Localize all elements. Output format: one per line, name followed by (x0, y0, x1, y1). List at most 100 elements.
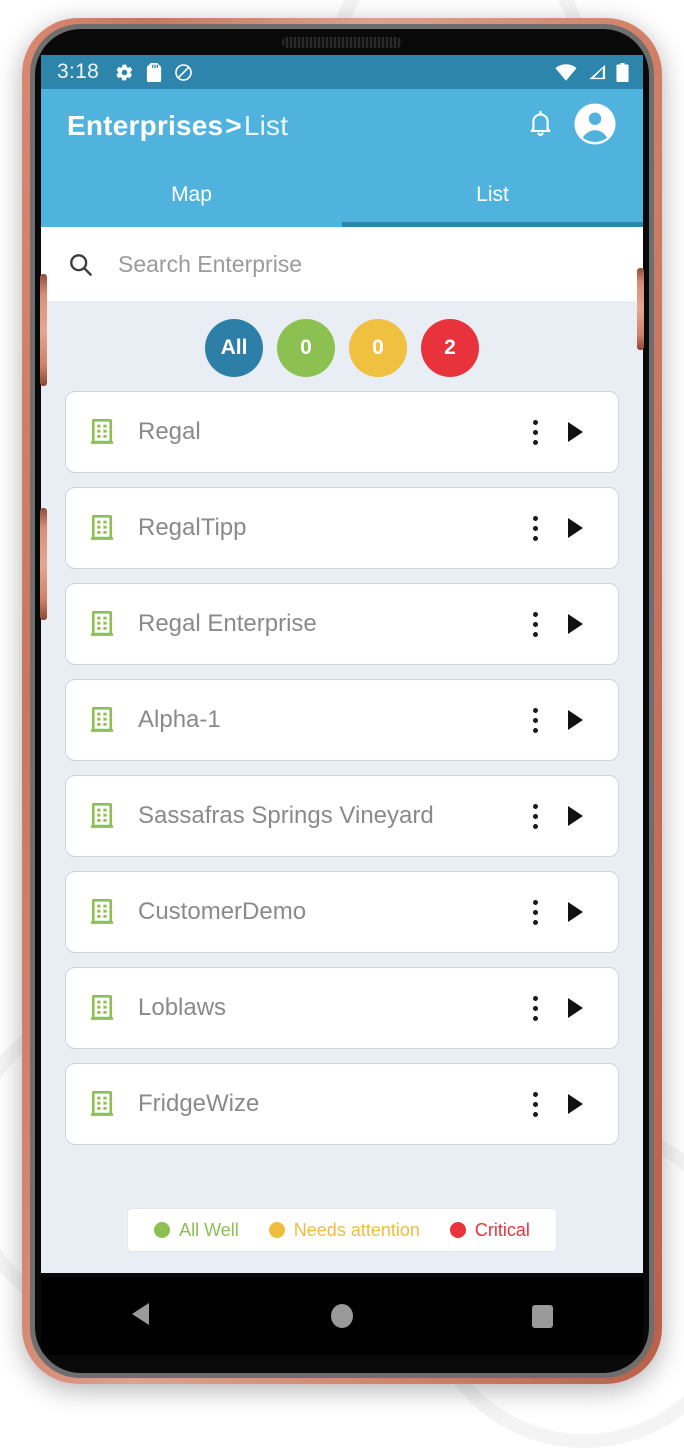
phone-inner-frame: 3:18 Enterprises>List Map List Search En… (30, 24, 654, 1378)
open-enterprise-arrow-icon[interactable] (552, 420, 598, 444)
legend-label-critical: Critical (474, 1219, 530, 1240)
tab-bar: Map List (41, 163, 643, 227)
building-icon (88, 417, 118, 447)
legend-item-needs-attention: Needs attention (268, 1219, 420, 1241)
legend-item-all-well: All Well (154, 1220, 239, 1241)
notifications-button[interactable] (517, 109, 563, 144)
legend-item-critical: Critical (449, 1219, 530, 1241)
search-bar (41, 227, 643, 301)
overflow-menu-icon[interactable] (518, 899, 552, 925)
filter-needs-attention-count: 0 (372, 336, 384, 359)
breadcrumb-title: Enterprises (67, 110, 224, 141)
building-icon (88, 1089, 118, 1119)
search-icon (67, 251, 94, 278)
battery-icon (616, 62, 629, 82)
account-circle-icon (573, 102, 617, 151)
sd-card-icon (146, 62, 162, 82)
cellular-signal-icon (586, 63, 607, 81)
open-enterprise-arrow-icon[interactable] (552, 996, 598, 1020)
enterprise-name: Regal Enterprise (138, 610, 317, 637)
building-icon (88, 705, 118, 735)
tab-map-label: Map (171, 183, 212, 206)
gear-icon (115, 63, 134, 82)
wifi-icon (555, 63, 577, 81)
overflow-menu-icon[interactable] (518, 707, 552, 733)
overflow-menu-icon[interactable] (518, 611, 552, 637)
phone-screen: 3:18 Enterprises>List Map List Search En… (41, 55, 643, 1273)
filter-critical-chip[interactable]: 2 (421, 319, 479, 377)
home-circle-icon (330, 1304, 353, 1328)
enterprise-list-item[interactable]: Sassafras Springs Vineyard (65, 775, 619, 857)
enterprise-name: Sassafras Springs Vineyard (138, 802, 434, 829)
tab-list-label: List (476, 183, 509, 206)
breadcrumb-separator: > (225, 110, 242, 141)
volume-up-button[interactable] (40, 274, 47, 386)
open-enterprise-arrow-icon[interactable] (552, 612, 598, 636)
enterprise-list-item[interactable]: Regal (65, 391, 619, 473)
legend-dot-critical (449, 1222, 466, 1238)
open-enterprise-arrow-icon[interactable] (552, 1092, 598, 1116)
search-input[interactable] (116, 249, 617, 279)
overflow-menu-icon[interactable] (518, 995, 552, 1021)
back-triangle-icon (129, 1301, 153, 1332)
enterprise-name: FridgeWize (138, 1090, 260, 1117)
enterprise-list-item[interactable]: Loblaws (65, 967, 619, 1049)
recents-square-icon (532, 1304, 554, 1328)
filter-critical-count: 2 (444, 336, 456, 359)
enterprise-name: Loblaws (138, 994, 227, 1021)
overflow-menu-icon[interactable] (518, 1091, 552, 1117)
overflow-menu-icon[interactable] (518, 419, 552, 445)
earpiece-speaker (282, 37, 402, 48)
enterprise-name: RegalTipp (138, 514, 247, 541)
filter-all-well-chip[interactable]: 0 (277, 319, 335, 377)
enterprise-list-item[interactable]: Regal Enterprise (65, 583, 619, 665)
open-enterprise-arrow-icon[interactable] (552, 708, 598, 732)
open-enterprise-arrow-icon[interactable] (552, 804, 598, 828)
open-enterprise-arrow-icon[interactable] (552, 900, 598, 924)
status-legend: All Well Needs attention Critical (128, 1209, 556, 1251)
nav-back-button[interactable] (96, 1301, 186, 1332)
breadcrumb: Enterprises>List (67, 110, 288, 142)
legend-label-needs-attention: Needs attention (293, 1219, 420, 1240)
enterprise-name: CustomerDemo (138, 898, 307, 925)
filter-all-label: All (220, 336, 248, 359)
nav-recents-button[interactable] (498, 1304, 588, 1328)
enterprise-list: Regal RegalTipp Regal Enterprise Alpha-1 Sas… (41, 391, 643, 1145)
building-icon (88, 609, 118, 639)
status-time: 3:18 (57, 60, 100, 83)
filter-all-well-count: 0 (300, 336, 312, 359)
bell-icon (527, 109, 554, 144)
power-button[interactable] (637, 268, 644, 350)
building-icon (88, 897, 118, 927)
filter-all-chip[interactable]: All (205, 319, 263, 377)
building-icon (88, 801, 118, 831)
status-bar: 3:18 (41, 55, 643, 89)
do-not-disturb-icon (174, 63, 193, 82)
enterprise-list-item[interactable]: Alpha-1 (65, 679, 619, 761)
enterprise-list-item[interactable]: FridgeWize (65, 1063, 619, 1145)
status-filter-row: All 0 0 2 (41, 301, 643, 391)
legend-dot-needs-attention (268, 1222, 285, 1238)
phone-bezel: 3:18 Enterprises>List Map List Search En… (35, 29, 649, 1373)
open-enterprise-arrow-icon[interactable] (552, 516, 598, 540)
legend-label-all-well: All Well (179, 1219, 239, 1240)
enterprise-list-item[interactable]: CustomerDemo (65, 871, 619, 953)
app-bar: Enterprises>List (41, 89, 643, 163)
volume-down-button[interactable] (40, 508, 47, 620)
enterprise-name: Regal (138, 418, 201, 445)
list-content-area: All 0 0 2 Regal RegalTipp Regal Enterpri… (41, 301, 643, 1273)
enterprise-name: Alpha-1 (138, 706, 221, 733)
nav-home-button[interactable] (297, 1304, 387, 1328)
tab-list[interactable]: List (342, 163, 643, 227)
overflow-menu-icon[interactable] (518, 515, 552, 541)
tab-map[interactable]: Map (41, 163, 342, 227)
building-icon (88, 513, 118, 543)
enterprise-list-item[interactable]: RegalTipp (65, 487, 619, 569)
account-button[interactable] (569, 102, 621, 151)
breadcrumb-current: List (243, 110, 289, 141)
overflow-menu-icon[interactable] (518, 803, 552, 829)
phone-device-frame: 3:18 Enterprises>List Map List Search En… (22, 18, 662, 1384)
building-icon (88, 993, 118, 1023)
filter-needs-attention-chip[interactable]: 0 (349, 319, 407, 377)
android-navigation-bar (41, 1277, 643, 1355)
